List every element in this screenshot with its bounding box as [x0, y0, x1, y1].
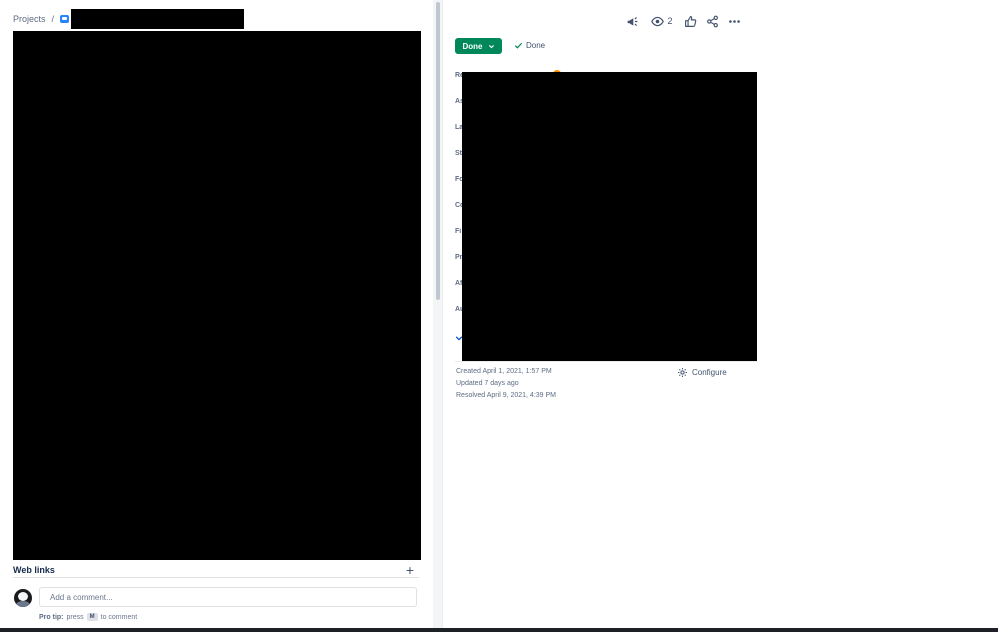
megaphone-icon [627, 16, 637, 26]
watch-button[interactable]: 2 [650, 14, 674, 28]
comment-input[interactable] [39, 587, 417, 607]
pro-tip-label: Pro tip: [39, 613, 64, 621]
watch-count: 2 [667, 16, 673, 26]
vote-button[interactable] [683, 14, 697, 28]
redacted-description [13, 31, 421, 560]
feedback-button[interactable] [625, 14, 639, 28]
breadcrumb: Projects / 3 [13, 14, 78, 24]
breadcrumb-projects-link[interactable]: Projects [13, 14, 46, 24]
web-links-divider [13, 577, 419, 578]
pro-tip: Pro tip: press M to comment [39, 613, 137, 621]
configure-button[interactable]: Configure [677, 367, 727, 378]
eye-icon [651, 16, 665, 26]
bottom-bar [0, 628, 998, 632]
pro-tip-key: M [86, 613, 98, 621]
redacted-fields [462, 72, 757, 361]
chevron-down-icon [488, 44, 494, 48]
avatar [14, 589, 32, 607]
updated-date: Updated 7 days ago [456, 380, 519, 387]
status-label: Done [462, 41, 483, 51]
details-divider [455, 361, 757, 362]
more-icon [728, 19, 740, 23]
redacted-title [71, 9, 244, 29]
check-icon [514, 42, 523, 49]
resolution-status: Done [514, 41, 545, 50]
share-icon [706, 15, 718, 27]
configure-label: Configure [692, 368, 727, 377]
project-icon [60, 15, 70, 23]
share-button[interactable] [705, 14, 719, 28]
add-web-link-button[interactable]: + [402, 562, 418, 578]
thumbs-up-icon [684, 15, 696, 27]
resolution-label: Done [526, 41, 546, 50]
gear-icon [678, 368, 687, 377]
more-actions-button[interactable] [727, 14, 741, 28]
panel-divider [442, 0, 443, 632]
web-links-heading: Web links [13, 565, 55, 575]
resolved-date: Resolved April 9, 2021, 4:39 PM [456, 392, 557, 399]
pro-tip-suffix: to comment [100, 613, 138, 621]
status-dropdown-button[interactable]: Done [455, 38, 502, 54]
breadcrumb-separator: / [51, 14, 55, 24]
left-panel-scroll-thumb[interactable] [436, 2, 440, 300]
pro-tip-press: press [66, 613, 84, 621]
created-date: Created April 1, 2021, 1:57 PM [456, 368, 552, 375]
